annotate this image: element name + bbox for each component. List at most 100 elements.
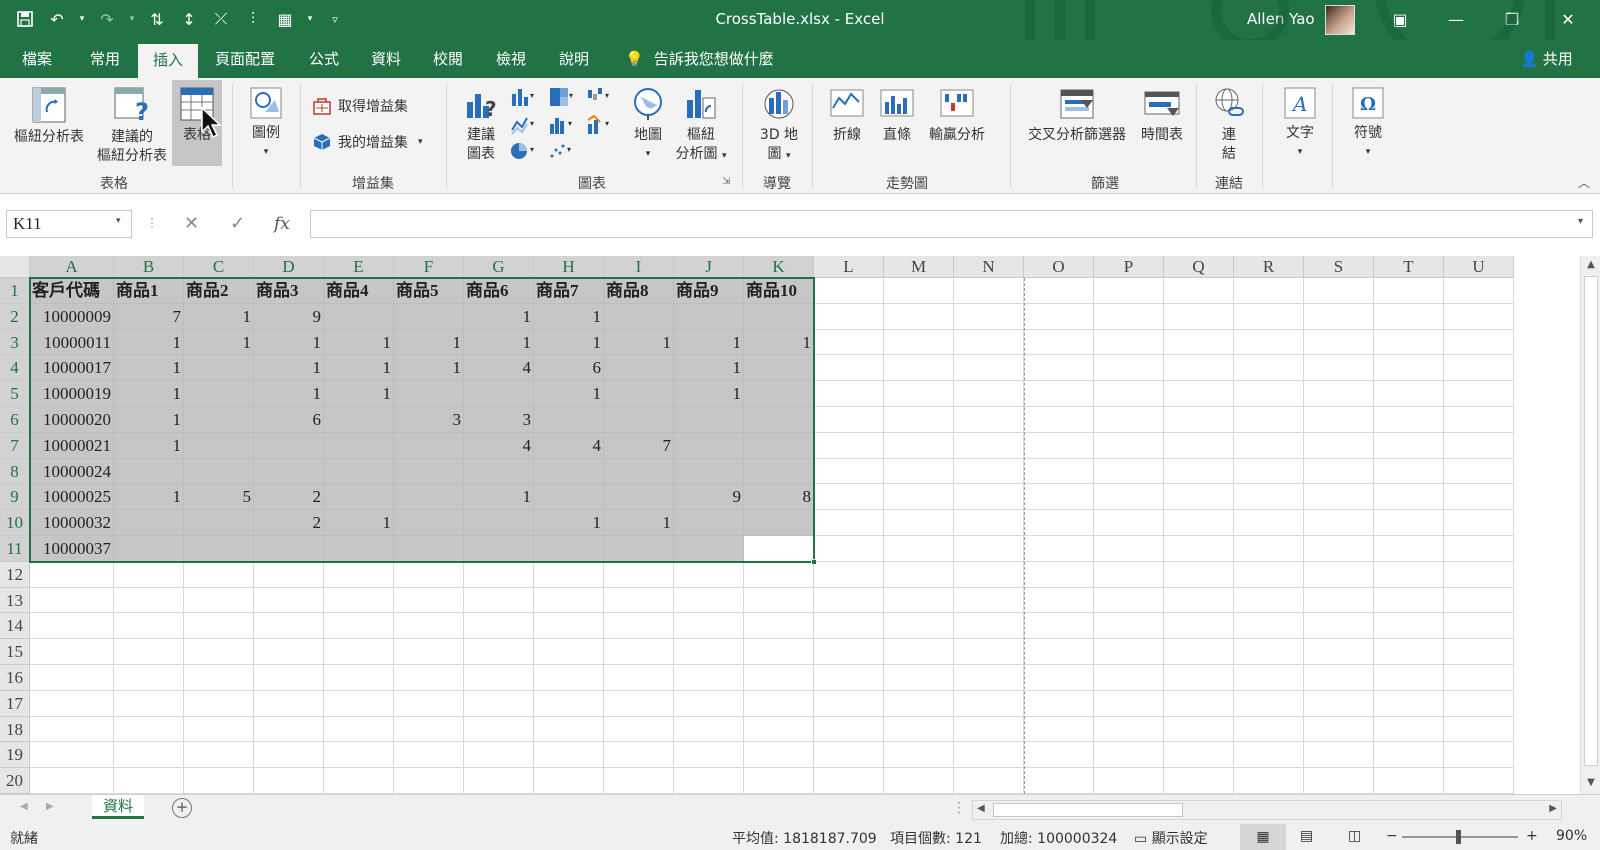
cell[interactable]: [254, 768, 324, 794]
cell[interactable]: [1164, 561, 1234, 588]
cancel-icon[interactable]: ✕: [184, 210, 199, 238]
cell[interactable]: [1444, 613, 1514, 640]
cell[interactable]: [744, 768, 814, 794]
cell[interactable]: [1164, 510, 1234, 536]
sparkline-line-button[interactable]: 折線: [824, 80, 870, 145]
cell[interactable]: [1374, 561, 1444, 588]
3d-map-button[interactable]: 3D 地 圖 ▾: [752, 80, 806, 166]
cell[interactable]: [1374, 587, 1444, 614]
cell[interactable]: [814, 665, 884, 691]
cell[interactable]: [814, 432, 884, 459]
cell[interactable]: [1234, 587, 1304, 614]
cell[interactable]: 1: [254, 355, 324, 382]
cell[interactable]: [30, 561, 114, 588]
cell[interactable]: [1094, 303, 1164, 330]
cell[interactable]: [1024, 484, 1094, 511]
cell[interactable]: [1304, 303, 1374, 330]
cell[interactable]: [1094, 484, 1164, 511]
cell[interactable]: [954, 536, 1024, 562]
cell[interactable]: [1024, 665, 1094, 691]
cell[interactable]: [184, 665, 254, 691]
cell[interactable]: [254, 613, 324, 640]
column-header[interactable]: K: [744, 256, 814, 278]
cell[interactable]: 6: [254, 407, 324, 433]
text-button[interactable]: A 文字 ▾: [1274, 80, 1326, 162]
cell[interactable]: [884, 690, 954, 717]
cell[interactable]: [814, 639, 884, 665]
cell[interactable]: [1024, 432, 1094, 459]
cell[interactable]: [1164, 768, 1234, 794]
cell[interactable]: [1374, 716, 1444, 743]
statistic-chart-icon[interactable]: ▾: [548, 114, 574, 136]
cell[interactable]: 1: [324, 510, 394, 536]
cell[interactable]: [184, 355, 254, 382]
cell[interactable]: [814, 484, 884, 511]
scroll-down-icon[interactable]: ▼: [1584, 776, 1598, 790]
cell[interactable]: [954, 458, 1024, 485]
column-header[interactable]: C: [184, 256, 254, 278]
cell[interactable]: [1234, 665, 1304, 691]
cell[interactable]: 9: [254, 303, 324, 330]
cell[interactable]: [1374, 329, 1444, 356]
cell[interactable]: [814, 587, 884, 614]
cell[interactable]: [674, 613, 744, 640]
cell[interactable]: [114, 561, 184, 588]
cell[interactable]: [1164, 329, 1234, 356]
row-header[interactable]: 2: [0, 303, 30, 330]
cell[interactable]: [744, 716, 814, 743]
header-cell[interactable]: 商品3: [254, 278, 324, 304]
tab-formulas[interactable]: 公式: [296, 40, 352, 78]
column-header[interactable]: M: [884, 256, 954, 278]
tab-data[interactable]: 資料: [358, 40, 414, 78]
cell[interactable]: [1374, 458, 1444, 485]
cell[interactable]: [1444, 716, 1514, 743]
cell[interactable]: [954, 639, 1024, 665]
cell[interactable]: [954, 407, 1024, 433]
cell[interactable]: 10000025: [30, 484, 114, 511]
cell[interactable]: [394, 639, 464, 665]
cell[interactable]: [1374, 690, 1444, 717]
header-cell[interactable]: [1444, 278, 1514, 304]
cell[interactable]: [1094, 613, 1164, 640]
cell[interactable]: [604, 665, 674, 691]
cell[interactable]: [1304, 716, 1374, 743]
tab-view[interactable]: 檢視: [483, 40, 539, 78]
cell[interactable]: [954, 355, 1024, 382]
cell[interactable]: [814, 536, 884, 562]
cell[interactable]: [394, 561, 464, 588]
vertical-scrollbar[interactable]: ▲ ▼: [1580, 256, 1600, 794]
cell[interactable]: [184, 432, 254, 459]
recommended-pivot-button[interactable]: ? 建議的 樞紐分析表: [92, 80, 172, 166]
row-header[interactable]: 7: [0, 432, 30, 459]
cell[interactable]: [744, 355, 814, 382]
cell[interactable]: 1: [534, 510, 604, 536]
cell[interactable]: 1: [114, 329, 184, 356]
hierarchy-chart-icon[interactable]: ▾: [548, 86, 574, 108]
cell[interactable]: [1304, 381, 1374, 407]
zoom-slider-thumb[interactable]: [1456, 830, 1461, 844]
status-sum[interactable]: 加總: 100000324: [1000, 828, 1117, 848]
cell[interactable]: [1374, 407, 1444, 433]
header-cell[interactable]: [1164, 278, 1234, 304]
cell[interactable]: [184, 742, 254, 769]
cell[interactable]: [464, 613, 534, 640]
cell[interactable]: [1234, 561, 1304, 588]
cell[interactable]: [1444, 561, 1514, 588]
cell[interactable]: [884, 613, 954, 640]
cell[interactable]: [1234, 690, 1304, 717]
cell[interactable]: [1374, 355, 1444, 382]
cell[interactable]: [1444, 484, 1514, 511]
cell[interactable]: [30, 742, 114, 769]
column-header[interactable]: Q: [1164, 256, 1234, 278]
cell[interactable]: [954, 613, 1024, 640]
cell[interactable]: [814, 690, 884, 717]
cell[interactable]: [114, 613, 184, 640]
cell[interactable]: [1024, 716, 1094, 743]
cell[interactable]: [1304, 613, 1374, 640]
link-button[interactable]: 連 結: [1204, 80, 1254, 164]
cell[interactable]: 7: [604, 432, 674, 459]
cell[interactable]: [1024, 768, 1094, 794]
cell[interactable]: [744, 407, 814, 433]
row-header[interactable]: 11: [0, 536, 30, 562]
zoom-out-icon[interactable]: −: [1386, 828, 1398, 844]
